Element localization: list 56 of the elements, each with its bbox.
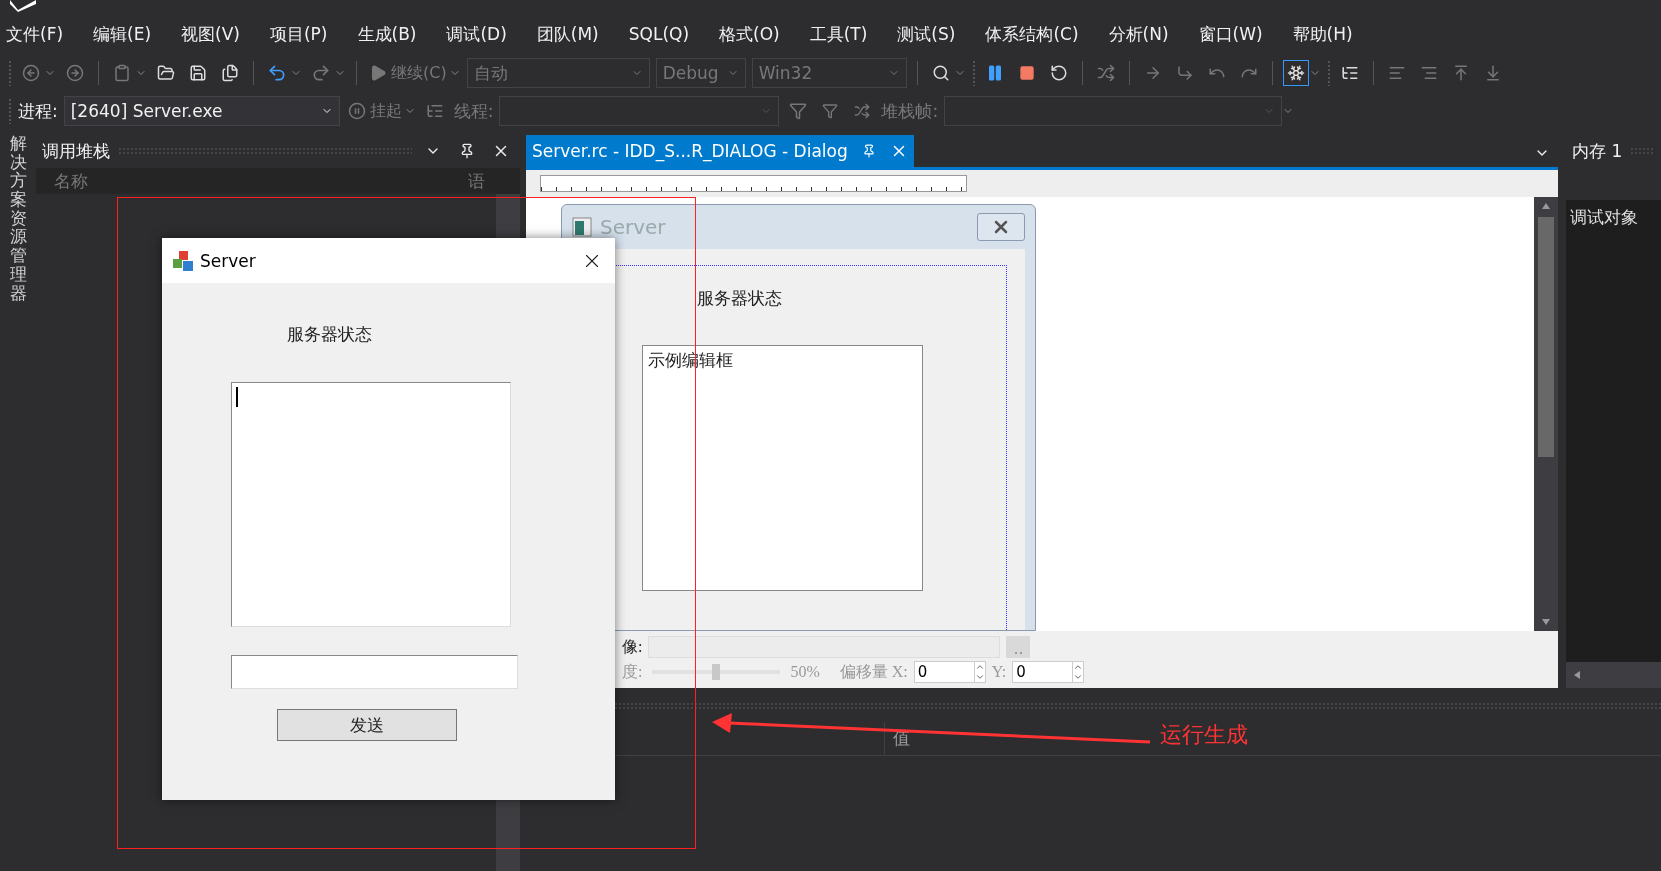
window-title: Server: [200, 250, 256, 271]
spin-field[interactable]: 0: [1012, 661, 1085, 683]
menu-item[interactable]: SQL(Q): [628, 24, 705, 44]
property-label: 像:: [622, 636, 643, 657]
input-field[interactable]: [231, 655, 518, 689]
up-icon: [974, 662, 985, 672]
menu-item[interactable]: 分析(N): [1108, 22, 1184, 46]
down-icon: [1073, 672, 1084, 682]
menu-item[interactable]: 团队(M): [536, 22, 614, 46]
cubes-icon: [172, 249, 194, 272]
panel-title: 调用堆栈: [42, 139, 110, 163]
slider-reading: 50%: [790, 663, 820, 681]
menu-item[interactable]: 编辑(E): [93, 22, 167, 46]
logo-icon: [8, 0, 38, 12]
text-cursor: [236, 387, 238, 407]
menu-item[interactable]: 帮助(H): [1292, 22, 1368, 46]
static-text: 服务器状态: [697, 288, 782, 310]
menu-item[interactable]: 文件(F): [6, 22, 79, 46]
send-button[interactable]: 发送: [277, 709, 457, 741]
spin-field[interactable]: 0: [913, 661, 986, 683]
menu-item[interactable]: 视图(V): [181, 22, 255, 46]
memory-message: 调试对象: [1569, 206, 1639, 229]
menu-item[interactable]: 格式(O): [719, 22, 795, 46]
process-dropdown[interactable]: [2640] Server.exe: [63, 96, 340, 126]
thread-label: 线程:: [453, 99, 494, 123]
panel-title: 内存 1: [1572, 139, 1623, 163]
column-header: 名称: [53, 169, 89, 193]
process-label: 进程:: [18, 99, 58, 123]
image-field[interactable]: [648, 636, 1001, 658]
scroll-left-icon[interactable]: [1574, 671, 1580, 679]
up-icon: [1073, 662, 1084, 672]
down-icon: [974, 672, 985, 682]
menu-item[interactable]: 体系结构(C): [985, 22, 1094, 46]
menu-item[interactable]: 调试(D): [446, 22, 522, 46]
menu-item[interactable]: 生成(B): [357, 22, 432, 46]
column-header: 语: [467, 169, 486, 193]
window-icon: [572, 217, 592, 237]
menu-item[interactable]: 测试(S): [897, 22, 971, 46]
close-button[interactable]: [977, 213, 1025, 241]
property-label: 偏移量 X:: [839, 661, 908, 682]
status-label: 服务器状态: [287, 324, 372, 346]
menu-item[interactable]: 窗口(W): [1198, 22, 1278, 46]
property-label: Y:: [991, 663, 1007, 681]
property-label: 度:: [622, 661, 643, 682]
scroll-up-icon[interactable]: [1542, 203, 1550, 209]
scroll-down-icon[interactable]: [1542, 619, 1550, 625]
menu-item[interactable]: 工具(T): [809, 22, 883, 46]
scrollbar[interactable]: [1534, 197, 1558, 631]
play-icon: [369, 64, 387, 82]
pause-icon: [347, 102, 366, 120]
stack-frame-label: 堆栈帧:: [881, 99, 939, 123]
menu-item[interactable]: 项目(P): [269, 22, 343, 46]
annotation-label: 运行生成: [1160, 721, 1248, 749]
scrollbar[interactable]: [1566, 662, 1661, 688]
dialog-title: Server: [600, 215, 666, 239]
side-tab[interactable]: 解决方案资源管理器: [9, 134, 27, 871]
